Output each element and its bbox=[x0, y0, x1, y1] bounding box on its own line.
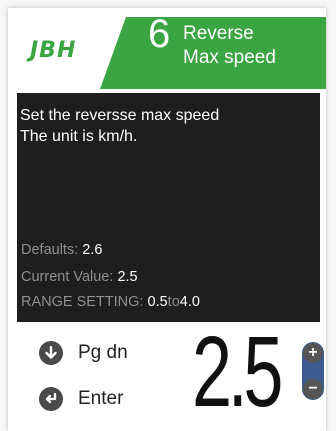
pgdn-button[interactable]: Pg dn bbox=[39, 341, 128, 365]
defaults-label: Defaults: bbox=[21, 242, 79, 258]
current-value-label: Current Value: bbox=[21, 269, 114, 285]
value-stepper[interactable]: + − bbox=[302, 342, 324, 400]
arrow-down-circle-icon bbox=[39, 341, 63, 365]
brand-logo: JBH bbox=[30, 38, 77, 63]
range-to: to bbox=[167, 294, 180, 310]
description: Set the reversse max speed The unit is k… bbox=[20, 105, 219, 147]
enter-button[interactable]: Enter bbox=[39, 387, 123, 411]
description-line-1: Set the reversse max speed bbox=[20, 107, 220, 124]
increment-button[interactable]: + bbox=[303, 343, 323, 363]
defaults-row: Defaults: 2.6 bbox=[21, 242, 102, 258]
range-max: 4.0 bbox=[179, 294, 200, 310]
range-row: RANGE SETTING: 0.5to4.0 bbox=[21, 294, 200, 310]
range-label: RANGE SETTING: bbox=[21, 294, 144, 310]
parameter-title: Reverse Max speed bbox=[183, 23, 276, 68]
range-min: 0.5 bbox=[147, 294, 168, 310]
enter-label: Enter bbox=[78, 388, 124, 409]
enter-return-icon bbox=[39, 387, 63, 411]
current-value: 2.5 bbox=[117, 269, 138, 285]
current-value-row: Current Value: 2.5 bbox=[21, 269, 138, 285]
decrement-button[interactable]: − bbox=[303, 379, 323, 399]
value-display: 2.5 bbox=[192, 316, 283, 428]
pgdn-label: Pg dn bbox=[78, 342, 128, 363]
header: JBH 6 Reverse Max speed bbox=[0, 0, 326, 89]
parameter-number: 6 bbox=[148, 12, 171, 56]
description-line-2: The unit is km/h. bbox=[20, 128, 138, 145]
defaults-value: 2.6 bbox=[82, 242, 103, 258]
